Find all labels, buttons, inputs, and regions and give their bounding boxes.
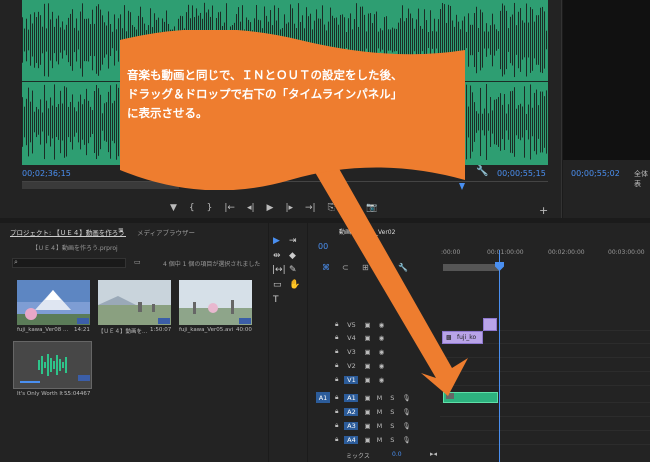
annotation-text: 音楽も動画と同じで、ＩＮとＯＵＴの設定をした後、 ドラッグ＆ドロップで右下の「タ… <box>127 68 403 120</box>
